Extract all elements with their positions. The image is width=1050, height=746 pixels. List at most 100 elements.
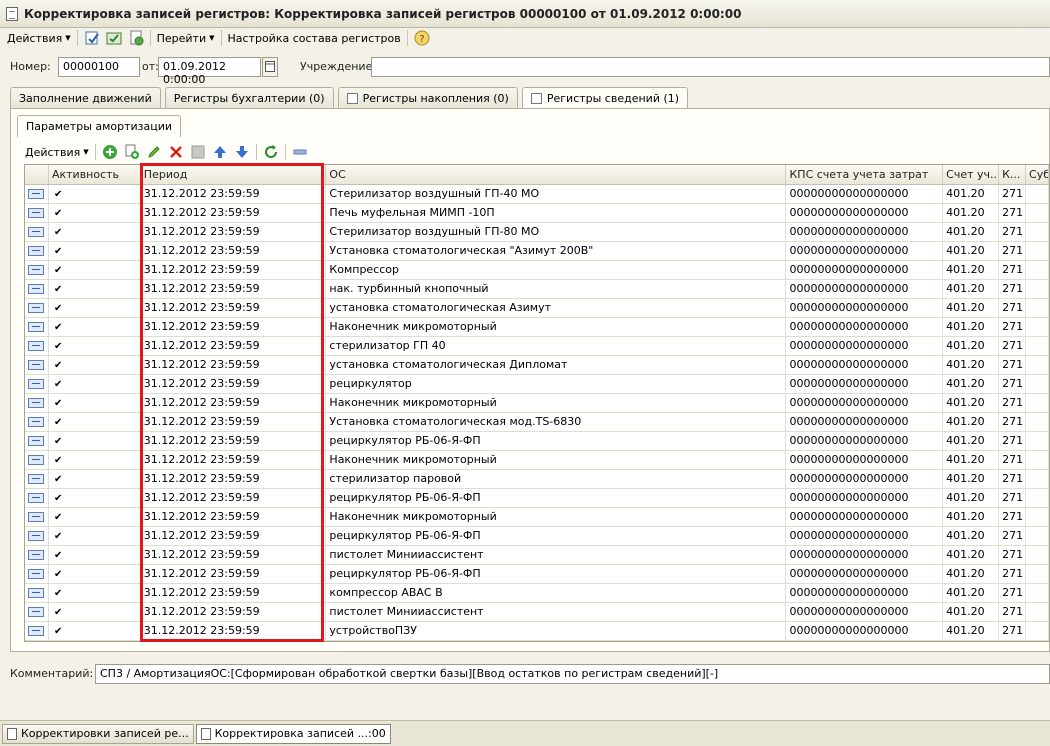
os-cell[interactable]: Наконечник микромоторный <box>326 508 787 526</box>
os-cell[interactable]: рециркулятор РБ-06-Я-ФП <box>326 432 787 450</box>
tab-fill-movements[interactable]: Заполнение движений <box>10 87 161 108</box>
period-cell[interactable]: 31.12.2012 23:59:59 <box>141 451 327 469</box>
sub-cell[interactable] <box>1026 375 1049 393</box>
table-row[interactable]: ✔ 31.12.2012 23:59:59 пистолет Минииассист… <box>25 603 1049 622</box>
kps-cell[interactable]: 00000000000000000 <box>786 280 944 298</box>
move-down-button[interactable] <box>231 143 253 161</box>
kps-cell[interactable]: 00000000000000000 <box>786 432 944 450</box>
sub-cell[interactable] <box>1026 508 1049 526</box>
table-row[interactable]: ✔ 31.12.2012 23:59:59 Стерилизатор воздушн… <box>25 223 1049 242</box>
active-cell[interactable]: ✔ <box>49 565 141 583</box>
account-cell[interactable]: 401.20 <box>943 603 1000 621</box>
k-cell[interactable]: 271 <box>999 242 1027 260</box>
k-cell[interactable]: 271 <box>999 356 1027 374</box>
tab-depreciation-params[interactable]: Параметры амортизации <box>17 115 182 137</box>
period-cell[interactable]: 31.12.2012 23:59:59 <box>141 318 327 336</box>
k-cell[interactable]: 271 <box>999 299 1027 317</box>
column-header-active[interactable]: Активность <box>49 165 141 184</box>
os-cell[interactable]: стерилизатор ГП 40 <box>326 337 787 355</box>
k-cell[interactable]: 271 <box>999 451 1027 469</box>
period-cell[interactable]: 31.12.2012 23:59:59 <box>141 280 327 298</box>
sub-cell[interactable] <box>1026 299 1049 317</box>
period-cell[interactable]: 31.12.2012 23:59:59 <box>141 185 327 203</box>
k-cell[interactable]: 271 <box>999 261 1027 279</box>
move-up-button[interactable] <box>209 143 231 161</box>
sub-cell[interactable] <box>1026 185 1049 203</box>
help-button[interactable]: ? <box>411 29 433 47</box>
sub-cell[interactable] <box>1026 223 1049 241</box>
taskbar-item-list[interactable]: Корректировки записей ре... <box>2 723 194 744</box>
os-cell[interactable]: Печь муфельная МИМП -10П <box>326 204 787 222</box>
os-cell[interactable]: пистолет Минииассистент <box>326 603 787 621</box>
active-cell[interactable]: ✔ <box>49 394 141 412</box>
table-row[interactable]: ✔ 31.12.2012 23:59:59 рециркулятор РБ-06-Я… <box>25 527 1049 546</box>
table-row[interactable]: ✔ 31.12.2012 23:59:59 Печь муфельная МИМП … <box>25 204 1049 223</box>
sub-cell[interactable] <box>1026 261 1049 279</box>
kps-cell[interactable]: 00000000000000000 <box>786 470 944 488</box>
k-cell[interactable]: 271 <box>999 470 1027 488</box>
kps-cell[interactable]: 00000000000000000 <box>786 185 944 203</box>
kps-cell[interactable]: 00000000000000000 <box>786 337 944 355</box>
os-cell[interactable]: стерилизатор паровой <box>326 470 787 488</box>
period-cell[interactable]: 31.12.2012 23:59:59 <box>141 299 327 317</box>
tab-accumulation-registers[interactable]: Регистры накопления (0) <box>337 87 518 108</box>
edit-row-button[interactable] <box>143 143 165 161</box>
period-cell[interactable]: 31.12.2012 23:59:59 <box>141 223 327 241</box>
sub-cell[interactable] <box>1026 337 1049 355</box>
active-cell[interactable]: ✔ <box>49 527 141 545</box>
sub-cell[interactable] <box>1026 451 1049 469</box>
os-cell[interactable]: рециркулятор РБ-06-Я-ФП <box>326 565 787 583</box>
k-cell[interactable]: 271 <box>999 204 1027 222</box>
sub-cell[interactable] <box>1026 546 1049 564</box>
os-cell[interactable]: Наконечник микромоторный <box>326 394 787 412</box>
account-cell[interactable]: 401.20 <box>943 261 1000 279</box>
period-cell[interactable]: 31.12.2012 23:59:59 <box>141 432 327 450</box>
sub-cell[interactable] <box>1026 622 1049 640</box>
account-cell[interactable]: 401.20 <box>943 375 1000 393</box>
table-row[interactable]: ✔ 31.12.2012 23:59:59 устройствоПЗУ 0000000… <box>25 622 1049 641</box>
period-cell[interactable]: 31.12.2012 23:59:59 <box>141 622 327 640</box>
period-cell[interactable]: 31.12.2012 23:59:59 <box>141 337 327 355</box>
active-cell[interactable]: ✔ <box>49 280 141 298</box>
k-cell[interactable]: 271 <box>999 546 1027 564</box>
table-row[interactable]: ✔ 31.12.2012 23:59:59 рециркулятор РБ-06-Я… <box>25 565 1049 584</box>
active-cell[interactable]: ✔ <box>49 546 141 564</box>
k-cell[interactable]: 271 <box>999 622 1027 640</box>
period-cell[interactable]: 31.12.2012 23:59:59 <box>141 565 327 583</box>
comment-field[interactable]: СП3 / АмортизацияОС:[Сформирован обработ… <box>95 664 1050 684</box>
period-cell[interactable]: 31.12.2012 23:59:59 <box>141 261 327 279</box>
account-cell[interactable]: 401.20 <box>943 185 1000 203</box>
active-cell[interactable]: ✔ <box>49 470 141 488</box>
k-cell[interactable]: 271 <box>999 413 1027 431</box>
sub-cell[interactable] <box>1026 318 1049 336</box>
k-cell[interactable]: 271 <box>999 280 1027 298</box>
column-header-os[interactable]: ОС <box>326 165 787 184</box>
active-cell[interactable]: ✔ <box>49 489 141 507</box>
kps-cell[interactable]: 00000000000000000 <box>786 527 944 545</box>
k-cell[interactable]: 271 <box>999 489 1027 507</box>
active-cell[interactable]: ✔ <box>49 622 141 640</box>
disabled-button[interactable] <box>187 143 209 161</box>
delete-row-button[interactable] <box>165 143 187 161</box>
account-cell[interactable]: 401.20 <box>943 508 1000 526</box>
os-cell[interactable]: Установка стоматологическая "Азимут 200В… <box>326 242 787 260</box>
active-cell[interactable]: ✔ <box>49 603 141 621</box>
sub-cell[interactable] <box>1026 470 1049 488</box>
period-cell[interactable]: 31.12.2012 23:59:59 <box>141 356 327 374</box>
goto-menu[interactable]: Перейти ▼ <box>154 29 218 47</box>
kps-cell[interactable]: 00000000000000000 <box>786 584 944 602</box>
kps-cell[interactable]: 00000000000000000 <box>786 565 944 583</box>
period-cell[interactable]: 31.12.2012 23:59:59 <box>141 394 327 412</box>
table-row[interactable]: ✔ 31.12.2012 23:59:59 установка стоматолог… <box>25 299 1049 318</box>
refresh-grid-button[interactable] <box>260 143 282 161</box>
k-cell[interactable]: 271 <box>999 375 1027 393</box>
k-cell[interactable]: 271 <box>999 318 1027 336</box>
kps-cell[interactable]: 00000000000000000 <box>786 603 944 621</box>
table-row[interactable]: ✔ 31.12.2012 23:59:59 рециркулятор РБ-06-Я… <box>25 489 1049 508</box>
period-cell[interactable]: 31.12.2012 23:59:59 <box>141 603 327 621</box>
table-row[interactable]: ✔ 31.12.2012 23:59:59 Наконечник микромото… <box>25 508 1049 527</box>
column-header-sub[interactable]: Суб <box>1026 165 1049 184</box>
sub-cell[interactable] <box>1026 432 1049 450</box>
period-cell[interactable]: 31.12.2012 23:59:59 <box>141 204 327 222</box>
sub-cell[interactable] <box>1026 603 1049 621</box>
